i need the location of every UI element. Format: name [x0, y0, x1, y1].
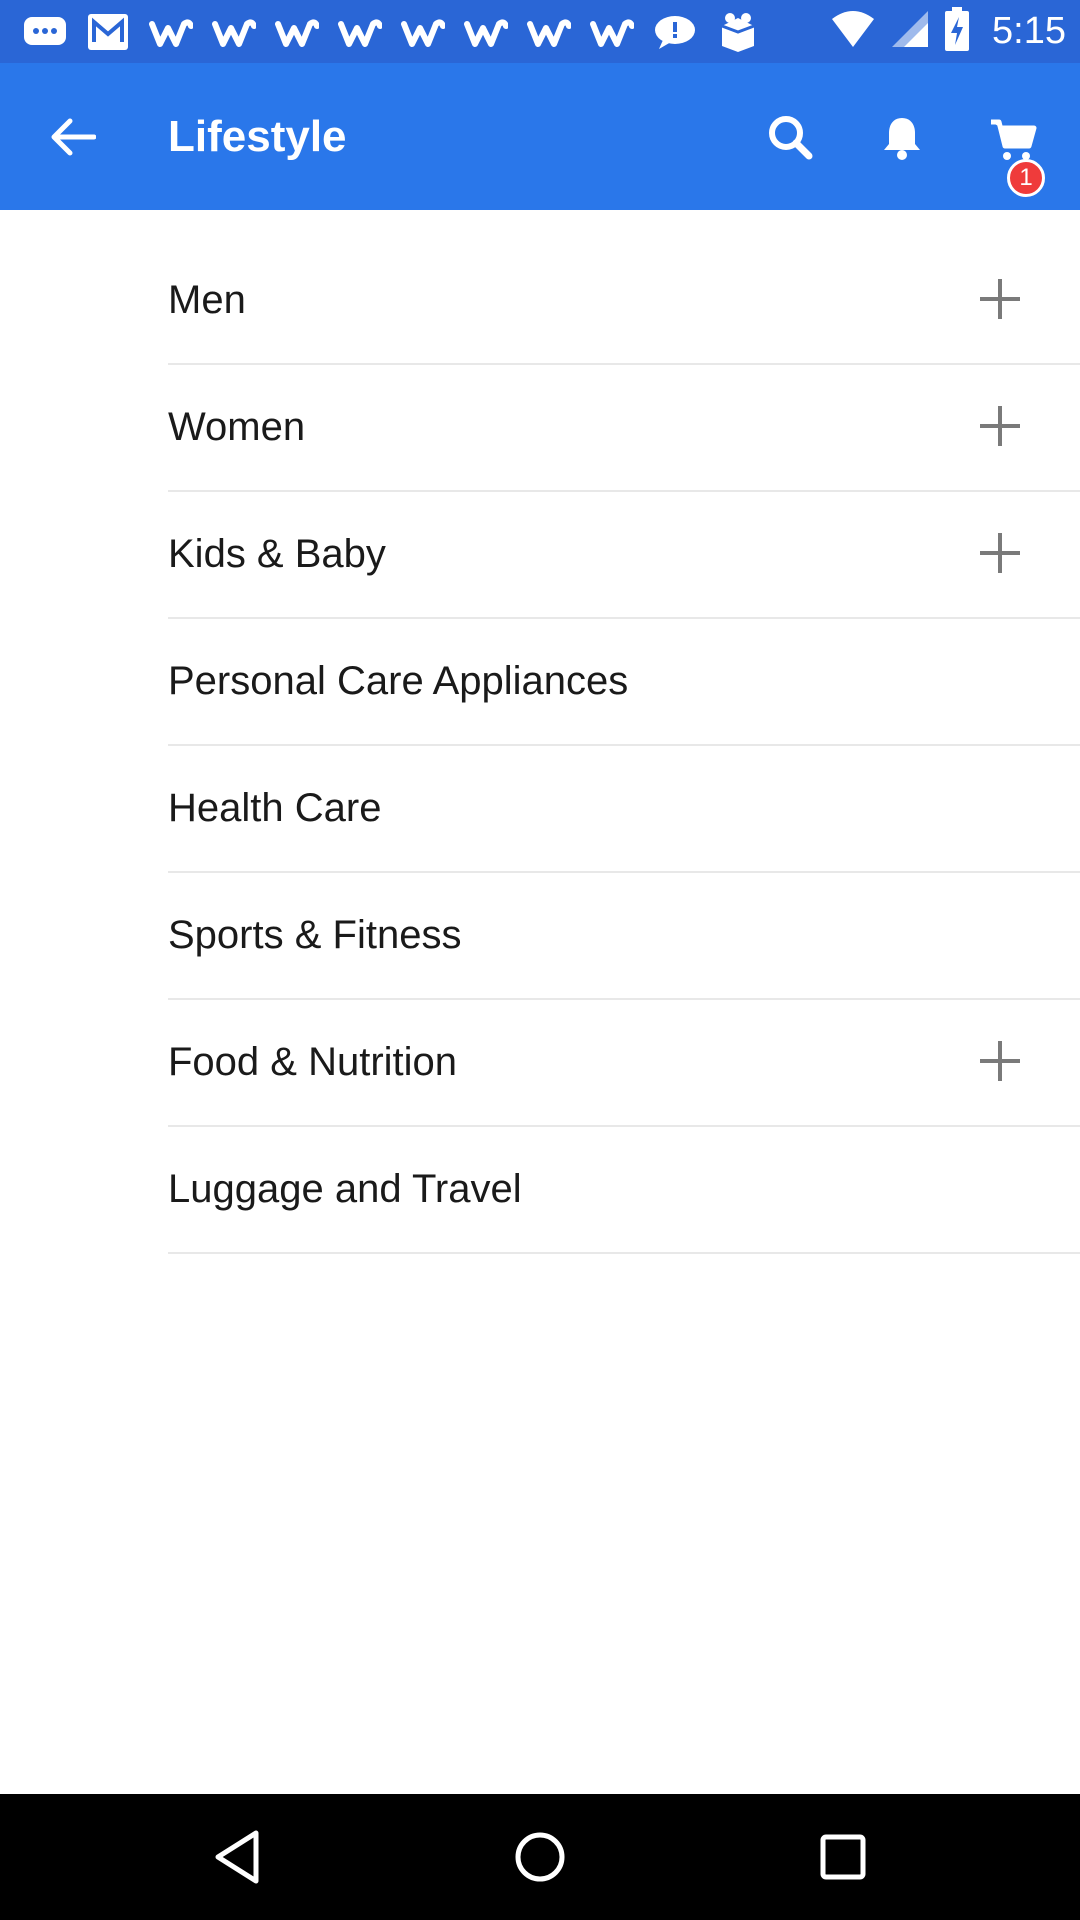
w-app-icon	[400, 12, 446, 52]
wifi-icon	[830, 9, 876, 54]
nav-home-button[interactable]	[505, 1822, 575, 1892]
category-item[interactable]: Food & Nutrition	[168, 1000, 1080, 1127]
circle-home-icon	[515, 1832, 565, 1882]
category-list: Men Women Kids & Baby Personal Care Applian…	[0, 238, 1080, 1254]
w-app-icon	[274, 12, 320, 52]
navigation-bar	[0, 1794, 1080, 1920]
category-label: Sports & Fitness	[168, 913, 462, 957]
arrow-left-icon	[51, 118, 96, 156]
category-label: Kids & Baby	[168, 532, 386, 576]
nav-recents-button[interactable]	[808, 1822, 878, 1892]
category-item[interactable]: Women	[168, 365, 1080, 492]
w-app-icon	[148, 12, 194, 52]
cart-count-badge: 1	[1007, 159, 1045, 197]
category-label: Personal Care Appliances	[168, 659, 629, 703]
nav-back-button[interactable]	[202, 1822, 272, 1892]
package-icon	[715, 12, 761, 52]
plus-icon[interactable]	[980, 405, 1020, 446]
w-app-icon	[526, 12, 572, 52]
category-item[interactable]: Kids & Baby	[168, 492, 1080, 619]
w-app-icon	[337, 12, 383, 52]
search-button[interactable]	[762, 109, 818, 165]
w-app-icon	[463, 12, 509, 52]
category-item[interactable]: Personal Care Appliances	[168, 619, 1080, 746]
category-item[interactable]: Sports & Fitness	[168, 873, 1080, 1000]
chat-bubble-icon	[652, 12, 698, 52]
bell-icon	[884, 118, 920, 160]
category-label: Women	[168, 405, 306, 449]
category-label: Food & Nutrition	[168, 1040, 458, 1084]
app-bar: Lifestyle 1	[0, 63, 1080, 210]
notification-icons	[22, 12, 761, 52]
notifications-button[interactable]	[874, 109, 930, 165]
message-icon	[22, 12, 68, 52]
plus-icon[interactable]	[980, 1040, 1020, 1081]
search-icon	[769, 116, 813, 160]
battery-charging-icon	[944, 7, 970, 56]
category-label: Men	[168, 278, 246, 322]
category-item[interactable]: Men	[168, 238, 1080, 365]
status-bar: 5:15	[0, 0, 1080, 63]
cart-button[interactable]	[980, 109, 1046, 169]
category-label: Luggage and Travel	[168, 1167, 522, 1211]
triangle-back-icon	[215, 1830, 259, 1884]
page-title: Lifestyle	[168, 112, 347, 161]
category-item[interactable]: Health Care	[168, 746, 1080, 873]
square-recents-icon	[820, 1834, 866, 1880]
status-time: 5:15	[992, 10, 1066, 52]
signal-icon	[890, 9, 930, 54]
w-app-icon	[589, 12, 635, 52]
category-item[interactable]: Luggage and Travel	[168, 1127, 1080, 1254]
back-button[interactable]	[46, 110, 100, 164]
mail-icon	[85, 12, 131, 52]
cart-icon	[991, 119, 1037, 160]
plus-icon[interactable]	[980, 532, 1020, 573]
w-app-icon	[211, 12, 257, 52]
plus-icon[interactable]	[980, 278, 1020, 319]
category-label: Health Care	[168, 786, 382, 830]
